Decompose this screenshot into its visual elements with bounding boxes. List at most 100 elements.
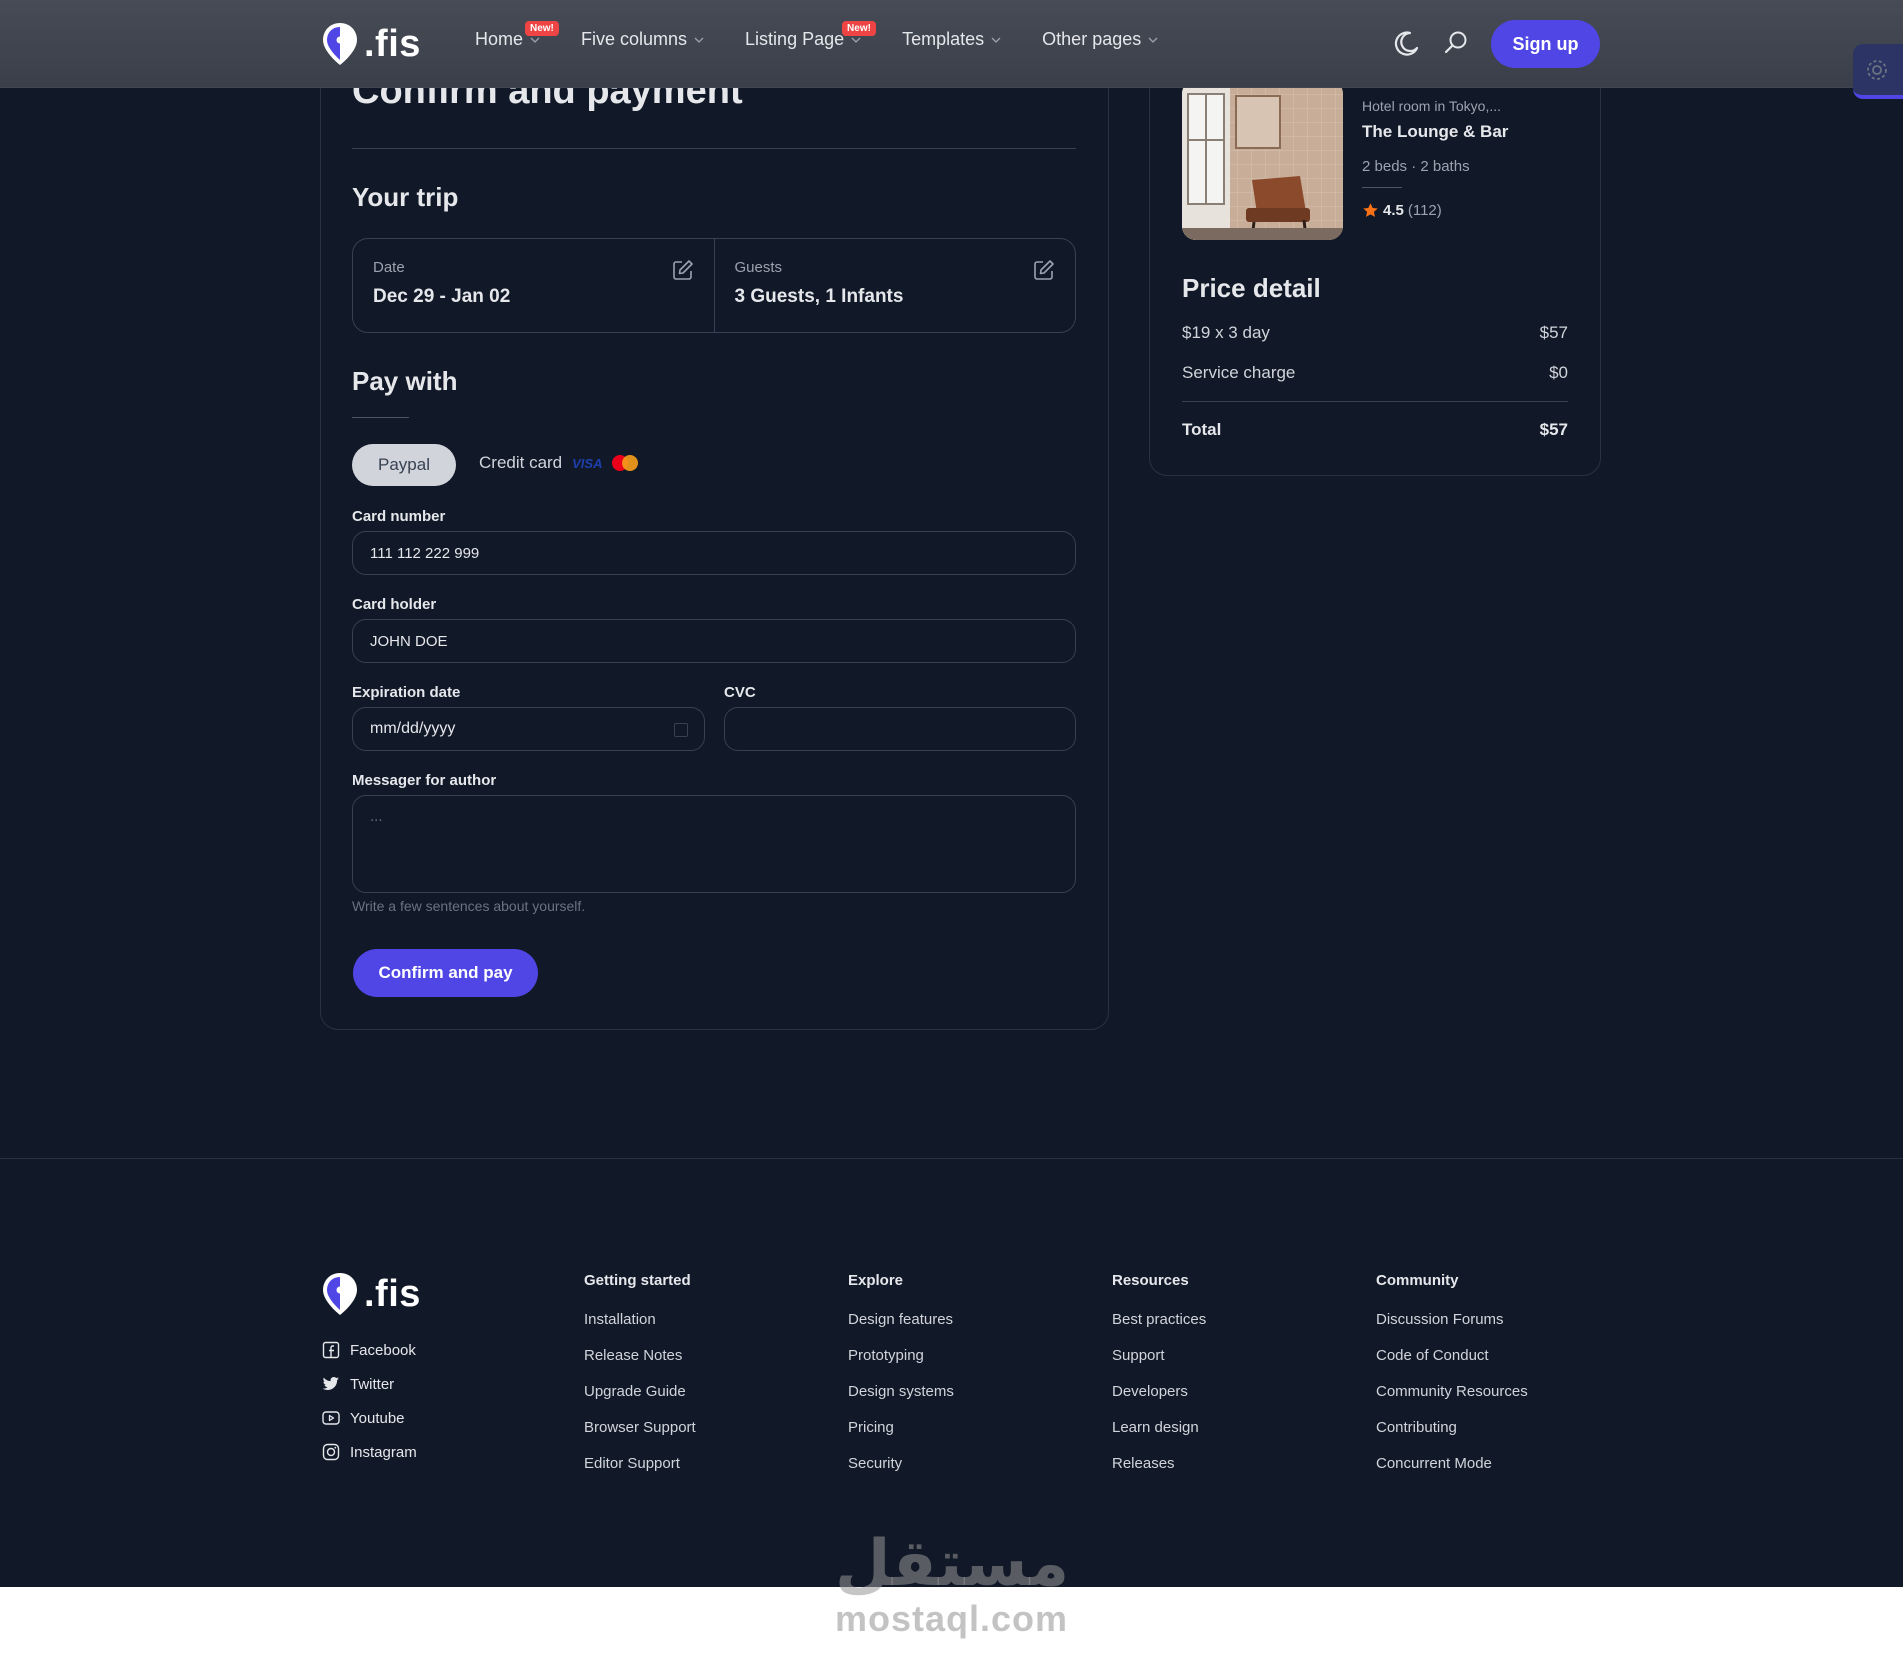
listing-name[interactable]: The Lounge & Bar: [1362, 122, 1508, 142]
map-pin-logo-icon: [323, 23, 357, 65]
social-instagram[interactable]: Instagram: [322, 1443, 417, 1461]
watermark-latin: mostaql.com: [835, 1598, 1069, 1639]
signup-button[interactable]: Sign up: [1491, 20, 1600, 68]
footer-link[interactable]: Code of Conduct: [1376, 1347, 1489, 1364]
card-number-value: 111 112 222 999: [370, 544, 480, 562]
twitter-icon: [322, 1377, 339, 1390]
footer-column-title: Explore: [848, 1272, 904, 1289]
message-textarea[interactable]: ...: [352, 795, 1076, 893]
social-instagram-label: Instagram: [350, 1443, 417, 1461]
footer-link[interactable]: Upgrade Guide: [584, 1383, 686, 1400]
calendar-icon[interactable]: [674, 723, 688, 737]
price-total-value: $57: [1539, 420, 1568, 439]
nav-templates[interactable]: Templates: [902, 29, 1002, 50]
price-row-value: $57: [1539, 323, 1568, 342]
message-label: Messager for author: [352, 772, 497, 789]
settings-toggle[interactable]: [1853, 44, 1903, 99]
brand-name: .fis: [364, 22, 421, 65]
expiration-date-placeholder: mm/dd/yyyy: [370, 720, 456, 737]
watermark: مستقل mostaql.com: [835, 1527, 1070, 1640]
chevron-down-icon: [991, 37, 1001, 43]
edit-icon[interactable]: [672, 259, 694, 281]
nav-five-columns[interactable]: Five columns: [581, 29, 705, 50]
trip-guests-value: 3 Guests, 1 Infants: [734, 286, 904, 307]
cvc-input[interactable]: [724, 707, 1076, 751]
footer-link[interactable]: Installation: [584, 1311, 656, 1328]
header-logo[interactable]: .fis: [320, 21, 421, 67]
trip-date-label: Date: [373, 259, 405, 276]
new-badge: New!: [525, 21, 559, 36]
search-icon[interactable]: [1441, 28, 1471, 58]
expiration-date-input[interactable]: mm/dd/yyyy: [352, 707, 705, 751]
footer-link[interactable]: Community Resources: [1376, 1383, 1528, 1400]
watermark-arabic: مستقل: [835, 1527, 1070, 1601]
chevron-down-icon: [1148, 37, 1158, 43]
footer-link[interactable]: Best practices: [1112, 1311, 1206, 1328]
nav-home[interactable]: Home New!: [475, 21, 559, 50]
edit-icon[interactable]: [1033, 259, 1055, 281]
expiration-date-label: Expiration date: [352, 684, 461, 701]
tab-paypal[interactable]: Paypal: [352, 444, 456, 486]
card-holder-label: Card holder: [352, 596, 437, 613]
tab-credit-card[interactable]: Credit card VISA: [479, 453, 639, 473]
footer-link[interactable]: Contributing: [1376, 1419, 1457, 1436]
footer-link[interactable]: Support: [1112, 1347, 1165, 1364]
footer-column-title: Resources: [1112, 1272, 1189, 1289]
card-number-label: Card number: [352, 508, 446, 525]
footer-link[interactable]: Discussion Forums: [1376, 1311, 1504, 1328]
top-navbar: .fis Home New! Five columns Listing Page…: [0, 0, 1903, 88]
listing-rating: 4.5 (112): [1362, 202, 1442, 219]
footer-link[interactable]: Developers: [1112, 1383, 1188, 1400]
nav-templates-label: Templates: [902, 29, 985, 49]
price-row-value: $0: [1549, 363, 1568, 382]
trip-guests[interactable]: Guests 3 Guests, 1 Infants: [713, 239, 1076, 332]
rating-count: (112): [1407, 202, 1442, 219]
trip-date-value: Dec 29 - Jan 02: [373, 286, 511, 307]
social-facebook[interactable]: Facebook: [322, 1341, 416, 1359]
divider: [1182, 401, 1568, 402]
price-detail-heading: Price detail: [1182, 273, 1321, 303]
social-twitter[interactable]: Twitter: [322, 1375, 394, 1393]
footer-logo[interactable]: .fis: [320, 1271, 421, 1317]
gear-icon: [1867, 59, 1887, 80]
card-number-input[interactable]: 111 112 222 999: [352, 531, 1076, 575]
new-badge: New!: [842, 21, 876, 36]
nav-home-label: Home: [475, 29, 524, 49]
social-youtube[interactable]: Youtube: [322, 1409, 405, 1427]
footer-link[interactable]: Concurrent Mode: [1376, 1455, 1492, 1472]
chevron-down-icon: [694, 37, 704, 43]
footer-link[interactable]: Browser Support: [584, 1419, 696, 1436]
footer-link[interactable]: Design features: [848, 1311, 953, 1328]
instagram-icon: [322, 1443, 340, 1461]
footer-brand-name: .fis: [364, 1272, 421, 1315]
footer-link[interactable]: Learn design: [1112, 1419, 1199, 1436]
footer-divider: [0, 1158, 1903, 1159]
confirm-and-pay-button[interactable]: Confirm and pay: [353, 949, 538, 997]
tab-credit-card-label: Credit card: [479, 453, 563, 472]
footer-link[interactable]: Design systems: [848, 1383, 954, 1400]
page: .fis Home New! Five columns Listing Page…: [0, 0, 1903, 1587]
nav-listing-page-label: Listing Page: [745, 29, 845, 49]
price-total-label: Total: [1182, 420, 1222, 439]
nav-other-pages[interactable]: Other pages: [1042, 29, 1159, 50]
price-row: Service charge $0: [1182, 363, 1568, 383]
moon-icon[interactable]: [1391, 28, 1421, 58]
footer-link[interactable]: Security: [848, 1455, 902, 1472]
footer-link[interactable]: Pricing: [848, 1419, 894, 1436]
footer-link[interactable]: Releases: [1112, 1455, 1175, 1472]
card-holder-input[interactable]: JOHN DOE: [352, 619, 1076, 663]
price-row-label: Service charge: [1182, 363, 1296, 382]
trip-date[interactable]: Date Dec 29 - Jan 02: [353, 239, 714, 332]
visa-logo: VISA: [572, 455, 603, 471]
hotel-room-image: [1182, 80, 1343, 240]
trip-guests-label: Guests: [734, 259, 783, 276]
nav-listing-page[interactable]: Listing Page New!: [745, 21, 876, 50]
footer-link[interactable]: Editor Support: [584, 1455, 680, 1472]
listing-meta: 2 beds · 2 baths: [1362, 158, 1470, 175]
footer-column-title: Getting started: [584, 1272, 691, 1289]
footer-link[interactable]: Release Notes: [584, 1347, 682, 1364]
social-twitter-label: Twitter: [350, 1375, 395, 1393]
footer-link[interactable]: Prototyping: [848, 1347, 924, 1364]
pay-with-heading: Pay with: [352, 366, 458, 396]
divider: [352, 148, 1076, 149]
